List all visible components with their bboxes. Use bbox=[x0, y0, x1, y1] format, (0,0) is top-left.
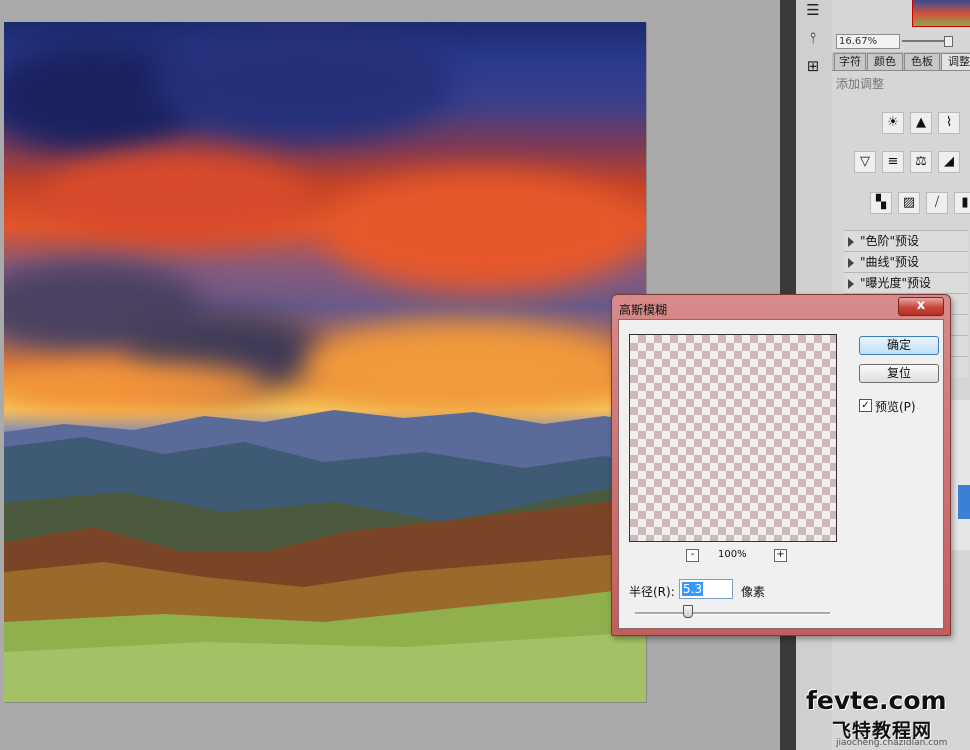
blur-preview-area[interactable] bbox=[629, 334, 837, 542]
preset-curves[interactable]: "曲线"预设 bbox=[844, 251, 968, 272]
zoom-out-button[interactable]: - bbox=[686, 549, 699, 562]
curves-icon[interactable]: ⌇ bbox=[938, 112, 960, 134]
tab-adjustments[interactable]: 调整 bbox=[941, 53, 970, 70]
watermark: fevte.com 飞特教程网 jiaocheng.chazidian.com bbox=[806, 686, 966, 748]
selective-color-icon[interactable]: ⧸ bbox=[926, 192, 948, 214]
threshold-icon[interactable]: ▮ bbox=[954, 192, 970, 214]
adjust-sliders-icon[interactable]: ☰ bbox=[802, 0, 824, 20]
hue-saturation-icon[interactable]: ≡ bbox=[882, 151, 904, 173]
reset-button[interactable]: 复位 bbox=[859, 364, 939, 383]
navigator-zoom-field[interactable]: 16.67% bbox=[836, 34, 900, 49]
mountains-graphic bbox=[4, 410, 646, 702]
expand-triangle-icon bbox=[848, 236, 854, 247]
preset-exposure[interactable]: "曝光度"预设 bbox=[844, 272, 968, 293]
radius-input[interactable]: 5.3 bbox=[679, 579, 733, 599]
ok-button[interactable]: 确定 bbox=[859, 336, 939, 355]
navigator-thumbnail[interactable] bbox=[912, 0, 970, 27]
preset-label: "色阶"预设 bbox=[860, 234, 920, 248]
tab-swatches[interactable]: 色板 bbox=[904, 53, 940, 70]
radius-slider-track[interactable] bbox=[635, 612, 830, 615]
radius-label: 半径(R): bbox=[629, 585, 675, 599]
dialog-title: 高斯模糊 bbox=[619, 303, 668, 317]
preset-label: "曝光度"预设 bbox=[860, 276, 932, 290]
selected-layer-highlight[interactable] bbox=[958, 485, 970, 519]
preview-checkbox-label[interactable]: 预览(P) bbox=[875, 398, 916, 415]
color-balance-icon[interactable]: ⚖ bbox=[910, 151, 932, 173]
radius-unit: 像素 bbox=[741, 585, 766, 599]
tab-color[interactable]: 颜色 bbox=[867, 53, 903, 70]
gaussian-blur-dialog: 高斯模糊 x - 100% + 确定 复位 ✓ 预览(P) 半径(R): 5.3… bbox=[611, 294, 951, 636]
watermark-url: jiaocheng.chazidian.com bbox=[836, 738, 948, 748]
zoom-in-button[interactable]: + bbox=[774, 549, 787, 562]
levels-icon[interactable]: ▲ bbox=[910, 112, 932, 134]
expand-triangle-icon bbox=[848, 257, 854, 268]
landscape-photo[interactable] bbox=[4, 22, 646, 702]
close-button[interactable]: x bbox=[898, 297, 944, 316]
preset-levels[interactable]: "色阶"预设 bbox=[844, 230, 968, 251]
panel-tabs: 字符 颜色 色板 调整 bbox=[832, 52, 970, 71]
vibrance-icon[interactable]: ▽ bbox=[854, 151, 876, 173]
preview-checkbox[interactable]: ✓ bbox=[859, 399, 872, 412]
dialog-body: - 100% + 确定 复位 ✓ 预览(P) 半径(R): 5.3 像素 bbox=[618, 319, 944, 629]
add-adjustment-title: 添加调整 bbox=[836, 77, 885, 91]
black-white-icon[interactable]: ◢ bbox=[938, 151, 960, 173]
expand-triangle-icon bbox=[848, 278, 854, 289]
radius-value: 5.3 bbox=[682, 582, 704, 596]
navigator-slider-thumb[interactable] bbox=[944, 36, 953, 47]
tab-character[interactable]: 字符 bbox=[834, 53, 866, 70]
watermark-main: fevte.com bbox=[806, 686, 947, 715]
gradient-map-icon[interactable]: ▨ bbox=[898, 192, 920, 214]
clone-source-icon[interactable]: ⊞ bbox=[802, 56, 824, 76]
usb-icon[interactable]: ⫯ bbox=[802, 28, 824, 48]
brightness-icon[interactable]: ☀ bbox=[882, 112, 904, 134]
channel-mixer-icon[interactable]: ▚ bbox=[870, 192, 892, 214]
radius-slider-thumb[interactable] bbox=[683, 605, 693, 618]
preset-label: "曲线"预设 bbox=[860, 255, 920, 269]
preview-zoom-value: 100% bbox=[718, 549, 747, 560]
